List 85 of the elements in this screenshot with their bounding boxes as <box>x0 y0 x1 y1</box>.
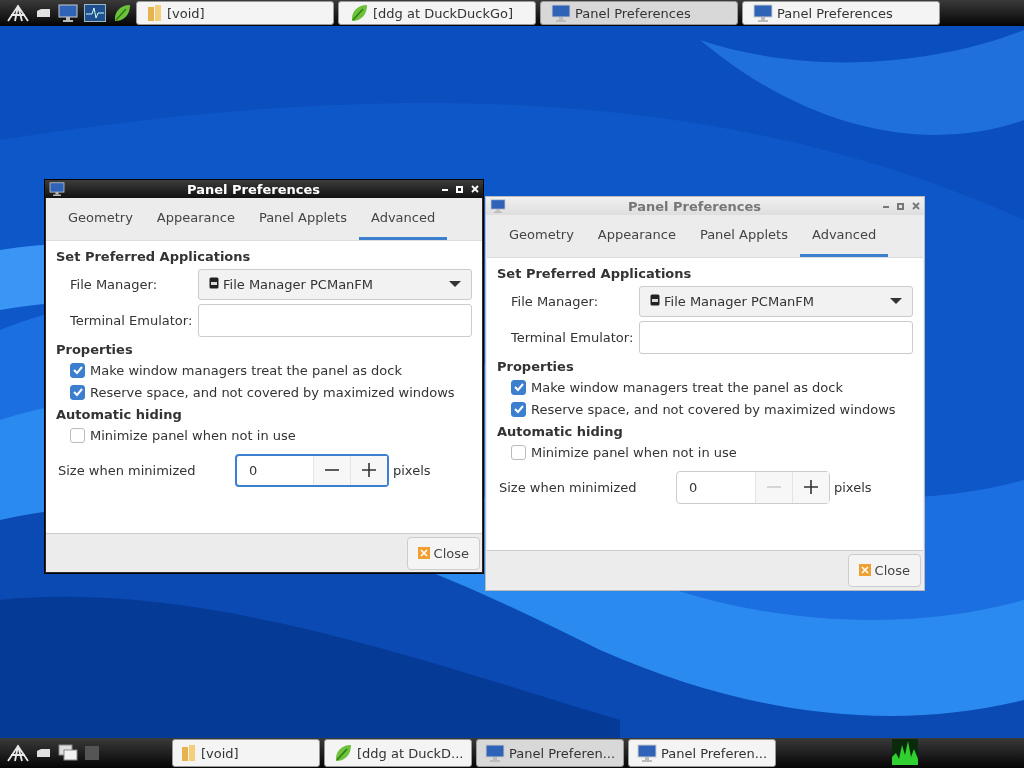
leaf-icon <box>349 3 369 23</box>
plus-icon <box>803 479 819 495</box>
input-field[interactable] <box>198 303 472 337</box>
tab[interactable]: Advanced <box>359 198 448 240</box>
drive-icon <box>209 276 219 292</box>
field-label: Size when minimized <box>58 462 197 478</box>
tab[interactable]: Appearance <box>585 215 688 257</box>
monitor-icon <box>490 199 506 213</box>
spin-field[interactable]: 0 <box>676 470 830 504</box>
spin-field[interactable]: 0 <box>235 453 389 487</box>
checkbox[interactable] <box>511 379 526 395</box>
taskbar-button[interactable]: Panel Preferences <box>540 1 738 25</box>
checkbox[interactable] <box>511 444 526 460</box>
section-heading: Automatic hiding <box>56 407 183 422</box>
unit-label: pixels <box>834 479 872 495</box>
checkbox-label: Reserve space, and not covered by maximized windows <box>531 401 896 417</box>
dropdown[interactable]: File Manager PCManFM <box>639 285 913 317</box>
close-button[interactable]: Close <box>406 536 480 570</box>
taskbar-button[interactable]: [ddg at DuckDuckGo] <box>338 1 536 25</box>
pulse-monitor-icon[interactable] <box>84 4 106 22</box>
monitor-icon <box>637 744 657 762</box>
field-label: Terminal Emulator: <box>511 329 635 345</box>
tab[interactable]: Panel Applets <box>687 215 800 257</box>
cpu-graph-icon <box>892 738 918 768</box>
field-label: File Manager: <box>70 276 159 292</box>
leaf-icon <box>333 743 353 763</box>
minus-icon <box>324 469 340 471</box>
checkbox-label: Make window managers treat the panel as dock <box>90 362 402 378</box>
taskbar-button[interactable]: Panel Preferen... <box>628 739 776 767</box>
tab[interactable]: Advanced <box>800 215 889 257</box>
checkbox-label: Minimize panel when not in use <box>90 427 296 443</box>
tab[interactable]: Geometry <box>497 215 586 257</box>
minus-icon <box>766 486 782 488</box>
input-field[interactable] <box>639 320 913 354</box>
plus-icon <box>361 462 377 478</box>
plus-button[interactable] <box>350 455 387 485</box>
caret-icon <box>890 298 902 304</box>
tab[interactable]: Geometry <box>56 198 145 240</box>
field-label: File Manager: <box>511 293 600 309</box>
window-title: Panel Preferences <box>186 181 321 197</box>
section-heading: Automatic hiding <box>497 424 624 439</box>
window-title: Panel Preferences <box>627 198 762 214</box>
checkbox[interactable] <box>70 427 85 443</box>
section-heading: Properties <box>56 342 134 357</box>
section-heading: Properties <box>497 359 575 374</box>
checkbox[interactable] <box>511 401 526 417</box>
dropdown[interactable]: File Manager PCManFM <box>198 268 472 300</box>
field-label: Terminal Emulator: <box>70 312 194 328</box>
monitor-icon <box>753 4 773 22</box>
lxde-logo-icon[interactable] <box>6 743 30 763</box>
checkbox[interactable] <box>70 384 85 400</box>
checkbox[interactable] <box>70 362 85 378</box>
drive-icon[interactable] <box>36 8 52 18</box>
folder-icon <box>181 744 197 762</box>
plus-button[interactable] <box>792 471 829 503</box>
field-label: Size when minimized <box>499 479 638 495</box>
close-button[interactable]: Close <box>847 553 921 587</box>
monitor-icon <box>49 182 65 196</box>
checkbox-label: Minimize panel when not in use <box>531 444 737 460</box>
lxde-logo-icon[interactable] <box>6 3 30 23</box>
leaf-icon[interactable] <box>112 3 132 23</box>
close-icon <box>858 564 871 576</box>
minus-button[interactable] <box>313 455 350 485</box>
square-icon[interactable] <box>84 745 100 761</box>
unit-label: pixels <box>393 462 431 478</box>
close-icon <box>417 547 430 559</box>
tab[interactable]: Appearance <box>144 198 247 240</box>
taskbar-button[interactable]: [void] <box>172 739 320 767</box>
windows-icon[interactable] <box>58 744 78 762</box>
checkbox-label: Make window managers treat the panel as dock <box>531 379 843 395</box>
monitor-icon <box>485 744 505 762</box>
folder-icon <box>147 4 163 22</box>
monitor-icon[interactable] <box>58 4 78 22</box>
section-heading: Set Preferred Applications <box>497 266 693 281</box>
checkbox-label: Reserve space, and not covered by maximized windows <box>90 384 455 400</box>
taskbar-button[interactable]: [void] <box>136 1 334 25</box>
taskbar-button[interactable]: Panel Preferences <box>742 1 940 25</box>
monitor-icon <box>551 4 571 22</box>
drive-icon[interactable] <box>36 748 52 758</box>
drive-icon <box>650 293 660 309</box>
tab[interactable]: Panel Applets <box>246 198 359 240</box>
section-heading: Set Preferred Applications <box>56 249 252 264</box>
caret-icon <box>449 281 461 287</box>
taskbar-button[interactable]: [ddg at DuckD... <box>324 739 472 767</box>
taskbar-button[interactable]: Panel Preferen... <box>476 739 624 767</box>
